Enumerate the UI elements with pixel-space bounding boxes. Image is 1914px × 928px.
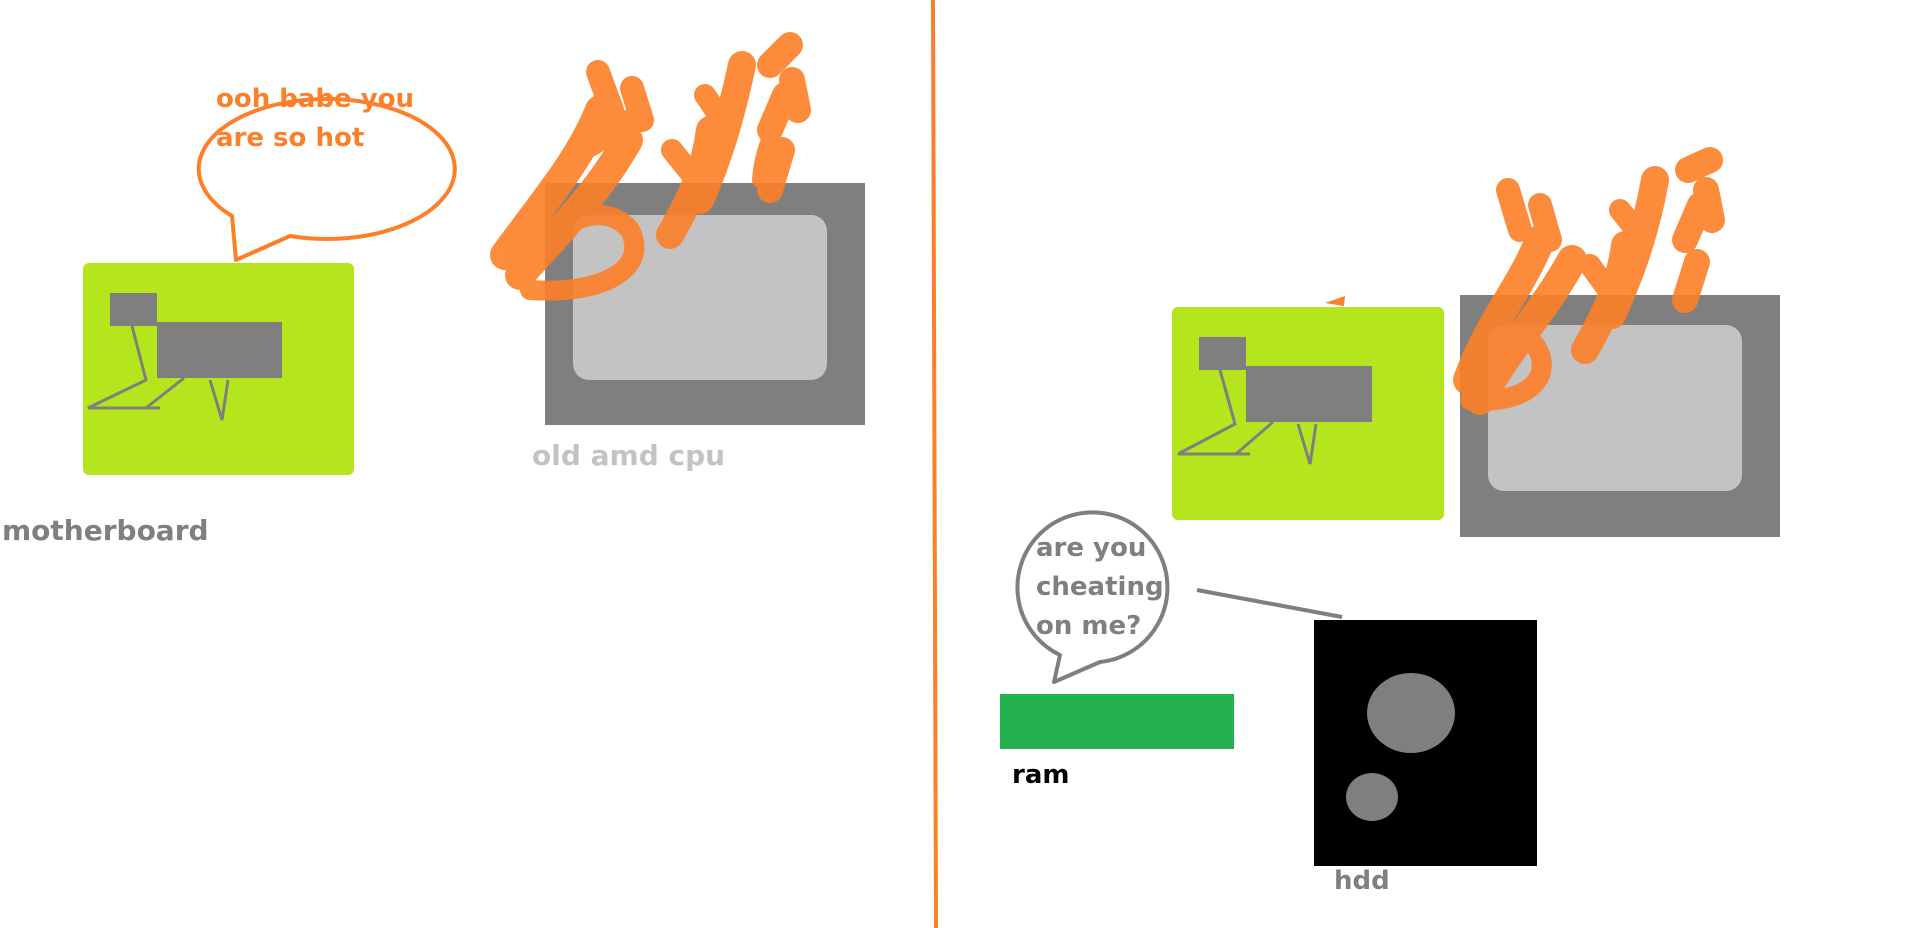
motherboard-label: motherboard xyxy=(2,514,209,547)
stray-orange-mark xyxy=(1325,296,1345,306)
motherboard-speech-bubble: ooh babe you are so hot xyxy=(196,84,457,262)
hdd-label: hdd xyxy=(1334,866,1390,896)
motherboard-right xyxy=(1172,307,1444,520)
ram-label: ram xyxy=(1012,760,1069,790)
cpu-label: old amd cpu xyxy=(532,439,725,472)
motherboard xyxy=(83,263,354,475)
hdd-bubble-line1: are you xyxy=(1036,533,1146,563)
hdd-speech-bubble: are you cheating on me? xyxy=(1015,510,1343,684)
motherboard-bubble-line1: ooh babe you xyxy=(216,84,414,114)
motherboard-bubble-line2: are so hot xyxy=(216,123,364,153)
panel-divider xyxy=(931,0,938,928)
hdd-bubble-line3: on me? xyxy=(1036,611,1141,641)
hdd-bubble-line2: cheating xyxy=(1036,572,1164,602)
hdd xyxy=(1314,620,1537,866)
paint-canvas: ooh babe you are so hot motherboard old … xyxy=(2,0,1780,928)
ram-stick xyxy=(1000,694,1234,749)
